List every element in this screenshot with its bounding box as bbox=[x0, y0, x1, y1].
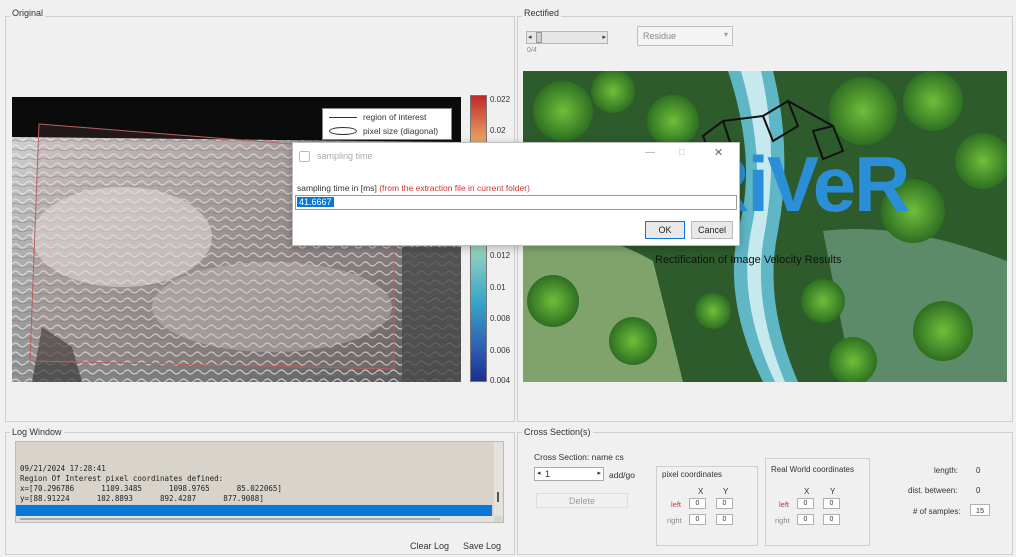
slider-left-arrow-icon[interactable]: ◂ bbox=[528, 33, 532, 41]
dialog-prompt: sampling time in [ms] (from the extracti… bbox=[297, 183, 530, 193]
pixel-x-header: X bbox=[698, 487, 704, 496]
log-text-area[interactable]: 09/21/2024 17:28:41 Region Of Interest p… bbox=[15, 441, 504, 523]
input-selected-value: 41.6667 bbox=[297, 197, 334, 207]
spinner-suffix: add/go bbox=[609, 470, 635, 480]
pixel-left-label: left bbox=[671, 500, 682, 509]
maximize-icon[interactable]: □ bbox=[679, 147, 685, 158]
real-right-y[interactable]: 0 bbox=[823, 514, 840, 525]
pixel-group-title: pixel coordinates bbox=[662, 470, 723, 479]
colorbar-tick-6: 0.004 bbox=[490, 376, 511, 385]
logo-subtitle: Rectification of Image Velocity Results bbox=[655, 254, 842, 266]
dropdown-value: Residue bbox=[643, 31, 677, 41]
log-line-3: y=[88.91224 102.8893 892.4287 877.9088] bbox=[20, 494, 264, 503]
length-value: 0 bbox=[976, 466, 981, 475]
colorbar-tick-1: 0.02 bbox=[490, 126, 506, 135]
log-selected-line[interactable] bbox=[16, 505, 492, 516]
colorbar-tick-4: 0.008 bbox=[490, 314, 511, 323]
real-left-label: left bbox=[779, 500, 790, 509]
minimize-icon[interactable]: — bbox=[645, 147, 655, 158]
slider-caption: 0/4 bbox=[527, 47, 537, 54]
close-icon[interactable]: ✕ bbox=[714, 146, 723, 159]
prompt-note: (from the extraction file in current fol… bbox=[379, 183, 530, 193]
spinner-left-arrow-icon[interactable]: ◂ bbox=[537, 469, 541, 477]
real-right-label: right bbox=[775, 516, 790, 525]
legend-item-pixel-size: pixel size (diagonal) bbox=[363, 126, 439, 136]
dist-between-label: dist. between: bbox=[908, 486, 958, 495]
real-left-y[interactable]: 0 bbox=[823, 498, 840, 509]
rectified-panel-title: Rectified bbox=[522, 8, 562, 18]
pixel-right-label: right bbox=[667, 516, 682, 525]
log-line-0: 09/21/2024 17:28:41 bbox=[20, 464, 106, 473]
real-left-x[interactable]: 0 bbox=[797, 498, 814, 509]
log-line-2: x=[70.296786 1109.3485 1098.9765 85.0220… bbox=[20, 484, 282, 493]
scrollbar-thumb[interactable] bbox=[497, 492, 499, 502]
length-label: length: bbox=[934, 466, 959, 475]
real-group-title: Real World coordinates bbox=[771, 465, 855, 474]
spinner-right-arrow-icon[interactable]: ▸ bbox=[597, 469, 601, 477]
frame-slider[interactable]: ◂ ▸ bbox=[526, 31, 608, 44]
legend-line-icon bbox=[329, 117, 357, 118]
colorbar-tick-0: 0.022 bbox=[490, 95, 511, 104]
pixel-right-y[interactable]: 0 bbox=[716, 514, 733, 525]
original-panel-title: Original bbox=[10, 8, 46, 18]
display-dropdown[interactable]: Residue ▾ bbox=[637, 26, 733, 46]
sampling-time-dialog: sampling time — □ ✕ sampling time in [ms… bbox=[292, 142, 740, 246]
hscroll-thumb[interactable] bbox=[20, 518, 440, 520]
pixel-left-y[interactable]: 0 bbox=[716, 498, 733, 509]
clear-log-button[interactable]: Clear Log bbox=[410, 541, 449, 551]
dialog-title: sampling time bbox=[317, 151, 373, 161]
colorbar-tick-3: 0.01 bbox=[490, 283, 506, 292]
plot-legend: region of interest pixel size (diagonal) bbox=[322, 108, 452, 140]
dist-between-value: 0 bbox=[976, 486, 981, 495]
legend-ellipse-icon bbox=[329, 127, 357, 135]
sampling-time-input[interactable]: 41.6667 bbox=[295, 195, 737, 210]
samples-input[interactable]: 15 bbox=[970, 504, 990, 516]
pixel-left-x[interactable]: 0 bbox=[689, 498, 706, 509]
log-line-1: Region Of Interest pixel coordinates def… bbox=[20, 474, 224, 483]
cross-sections-title: Cross Section(s) bbox=[522, 427, 593, 437]
cancel-button[interactable]: Cancel bbox=[691, 221, 733, 239]
slider-thumb[interactable] bbox=[536, 32, 542, 43]
save-log-button[interactable]: Save Log bbox=[463, 541, 501, 551]
samples-label: # of samples: bbox=[913, 507, 961, 516]
slider-right-arrow-icon[interactable]: ▸ bbox=[602, 33, 606, 41]
cross-section-name-label: Cross Section: name cs bbox=[534, 452, 624, 462]
log-horizontal-scrollbar[interactable] bbox=[16, 516, 494, 522]
real-right-x[interactable]: 0 bbox=[797, 514, 814, 525]
ok-button[interactable]: OK bbox=[645, 221, 685, 239]
real-y-header: Y bbox=[830, 487, 836, 496]
log-vertical-scrollbar[interactable] bbox=[494, 442, 503, 516]
log-window-title: Log Window bbox=[10, 427, 64, 437]
dialog-app-icon bbox=[299, 151, 310, 162]
pixel-y-header: Y bbox=[723, 487, 729, 496]
prompt-text: sampling time in [ms] bbox=[297, 183, 377, 193]
real-x-header: X bbox=[804, 487, 810, 496]
delete-button[interactable]: Delete bbox=[536, 493, 628, 508]
colorbar-tick-5: 0.006 bbox=[490, 346, 511, 355]
legend-item-region: region of interest bbox=[363, 112, 427, 122]
chevron-down-icon: ▾ bbox=[723, 30, 728, 39]
pixel-right-x[interactable]: 0 bbox=[689, 514, 706, 525]
spinner-value: 1 bbox=[545, 469, 551, 479]
cross-section-spinner[interactable]: ◂ 1 ▸ bbox=[534, 467, 604, 481]
colorbar-tick-2: 0.012 bbox=[490, 251, 511, 260]
